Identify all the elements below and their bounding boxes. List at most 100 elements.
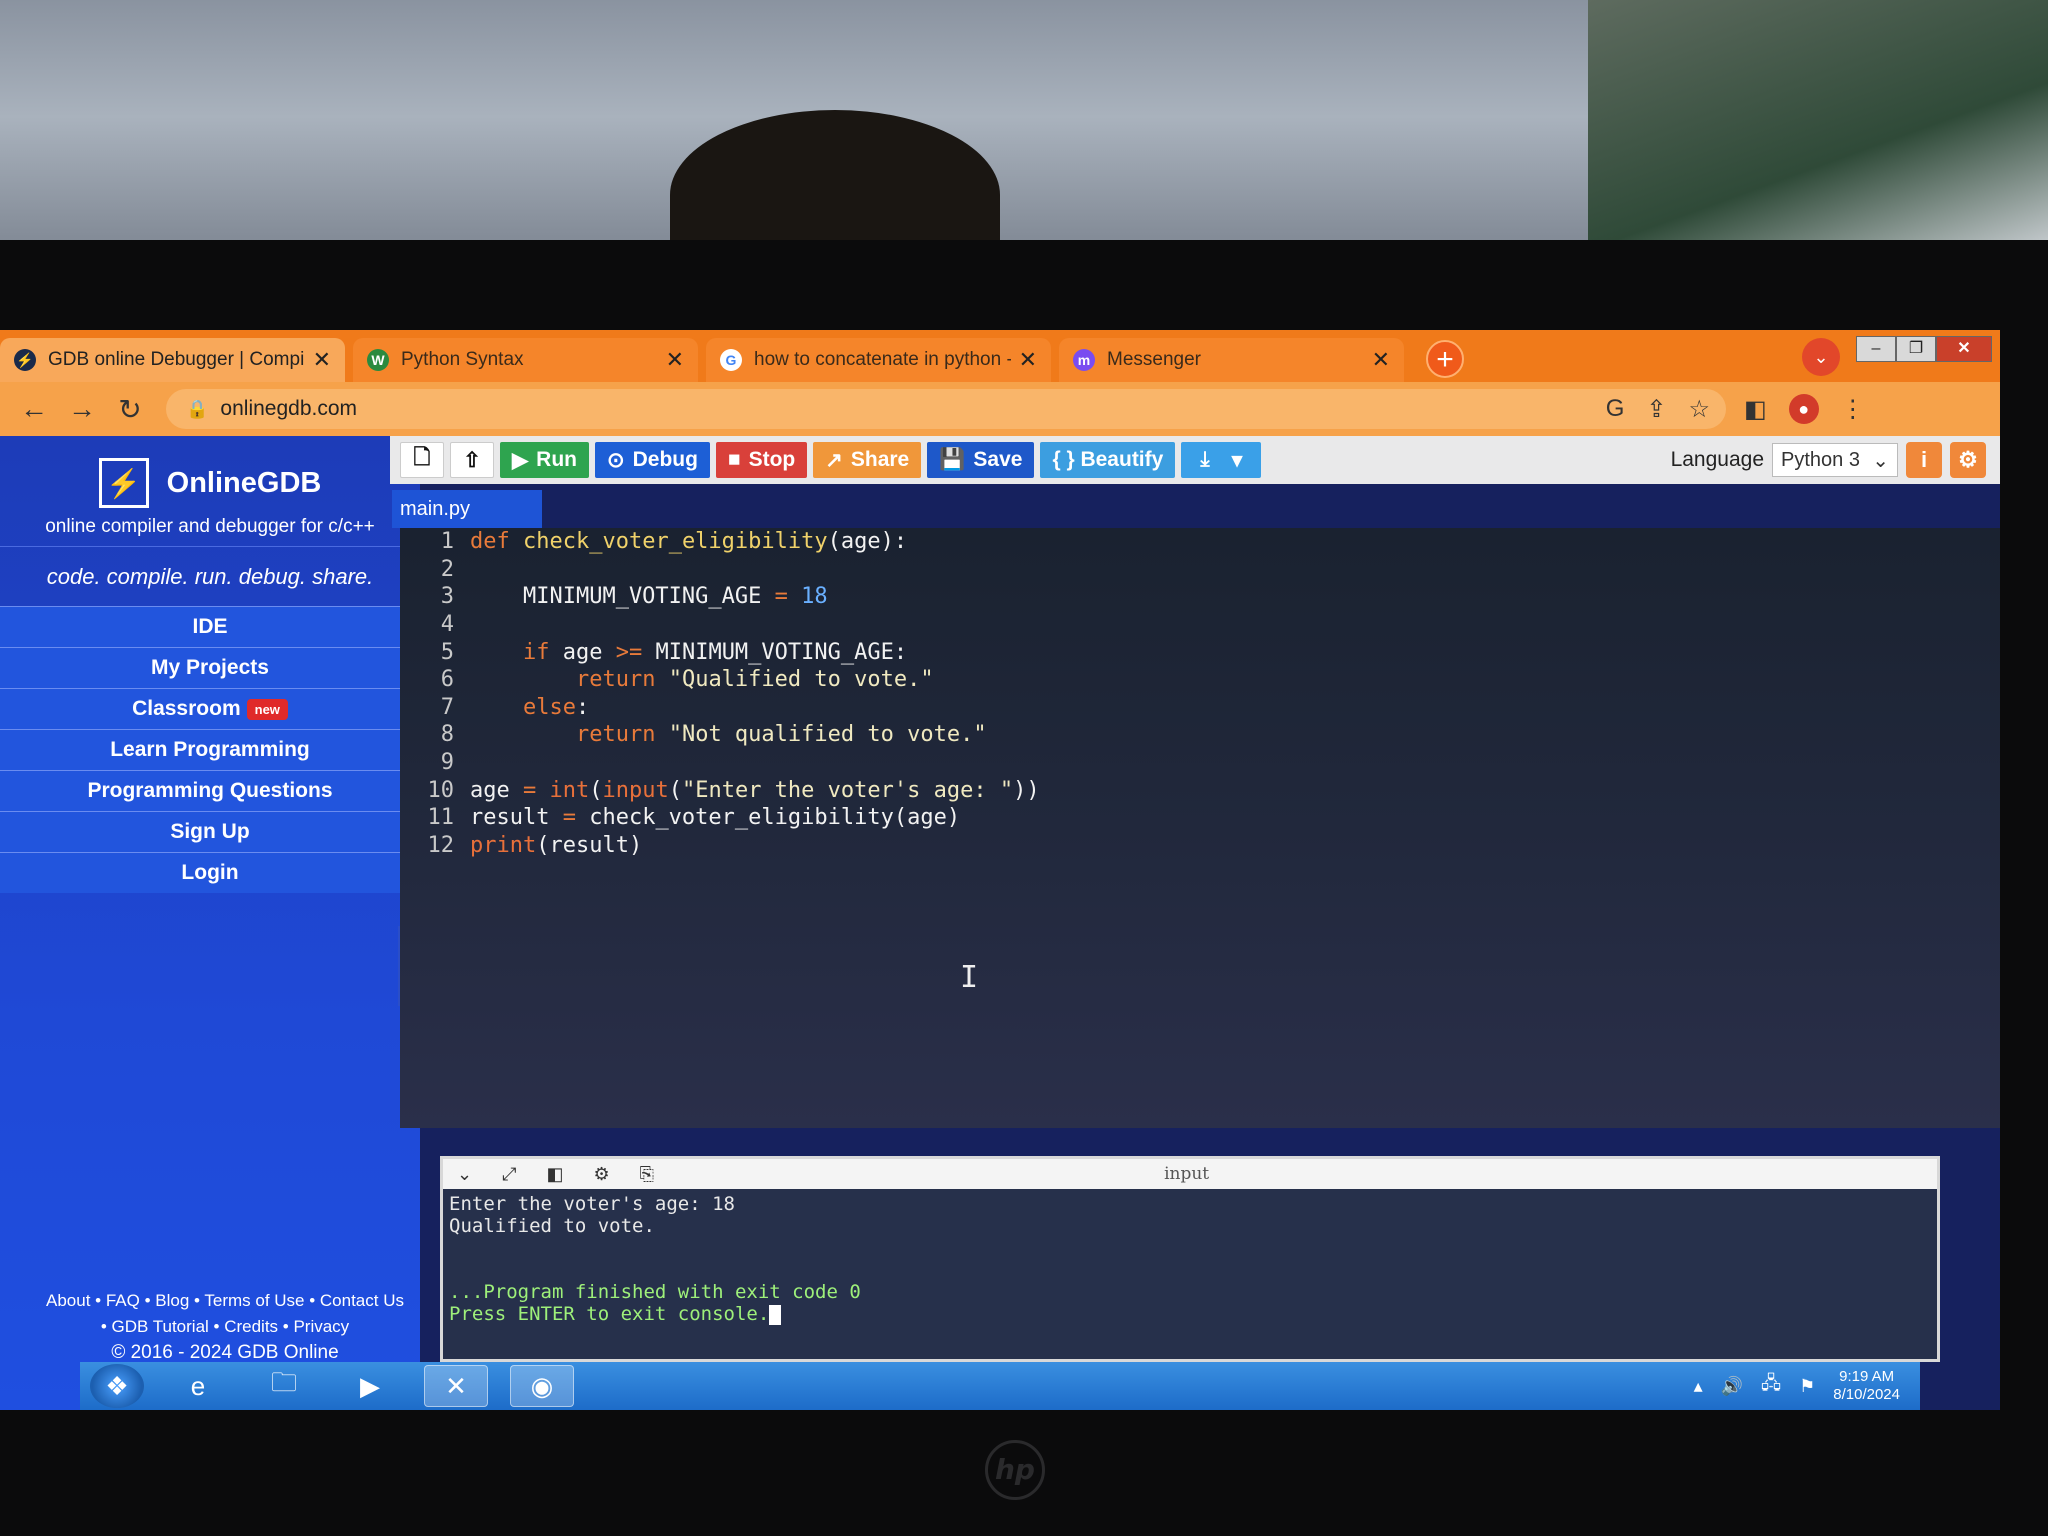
tab-search-button[interactable]: ⌄ [1802,338,1840,376]
tab-title: Python Syntax [401,349,524,370]
debug-button[interactable]: ⊙ Debug [594,442,710,478]
network-icon[interactable]: 🖧 [1761,1371,1781,1401]
language-value: Python 3 [1781,448,1860,471]
console-panel[interactable]: ⌄ ⤢ ◧ ⚙ ⎘ input Enter the voter's age: 1… [440,1156,1940,1362]
tab-title: GDB online Debugger | Compiler [48,349,305,370]
page: ⚡ OnlineGDB online compiler and debugger… [0,436,2000,1410]
save-icon: 💾 [939,448,966,471]
chevron-down-icon[interactable]: ⌄ [457,1164,472,1185]
run-button[interactable]: ▶ Run [500,442,589,478]
window-close-button[interactable]: ✕ [1936,336,1992,362]
address-bar[interactable]: 🔒 onlinegdb.com G ⇪ ☆ [166,389,1726,429]
profile-avatar[interactable]: ● [1788,394,1819,424]
new-tab-button[interactable]: + [1426,340,1464,378]
tray-arrow-icon[interactable]: ▴ [1694,1376,1703,1397]
copy-icon[interactable]: ⎘ [640,1164,654,1185]
info-icon: i [1920,447,1928,472]
chevron-down-icon[interactable]: ▾ [1232,448,1243,473]
close-icon[interactable]: ✕ [1019,347,1037,373]
sidebar-item-classroom[interactable]: Classroom new [0,688,420,729]
xampp-icon[interactable]: ✕ [424,1365,488,1407]
code-line: 3 MINIMUM_VOTING_AGE = 18 [400,583,2000,611]
code-line: 2 [400,556,2000,584]
language-select[interactable]: Python 3 ⌄ [1772,443,1898,477]
upload-button[interactable]: ⇧ [450,442,494,478]
info-button[interactable]: i [1906,442,1942,478]
volume-icon[interactable]: 🔊 [1721,1376,1743,1397]
line-number: 8 [440,722,454,748]
code-editor[interactable]: 1 def check_voter_eligibility(age): 2 3 M… [400,528,2000,1128]
code-line: 5 if age >= MINIMUM_VOTING_AGE: [400,638,2000,666]
file-explorer-icon[interactable]: 🗀 [252,1365,316,1407]
save-button[interactable]: 💾 Save [927,442,1035,478]
google-lens-icon[interactable]: G [1606,395,1625,424]
line-number: 6 [440,667,454,693]
gear-icon[interactable]: ⚙ [594,1164,610,1185]
clock[interactable]: 9:19 AM 8/10/2024 [1833,1368,1900,1404]
share-icon[interactable]: ⇪ [1646,395,1666,424]
language-label: Language [1670,448,1764,471]
console-line: ...Program finished with exit code 0 [449,1281,861,1303]
file-tab-label: main.py [400,497,471,520]
sidebar-item-learn-programming[interactable]: Learn Programming [0,729,420,770]
tab-gdb[interactable]: ⚡ GDB online Debugger | Compiler ✕ [0,338,345,382]
side-panel-icon[interactable]: ◧ [1744,395,1767,424]
restore-button[interactable]: ❐ [1896,336,1936,362]
play-icon: ▶ [512,448,529,472]
sidebar-item-ide[interactable]: IDE [0,606,420,647]
brand-subtitle: online compiler and debugger for c/c++ [45,516,375,537]
footer-links-row2[interactable]: • GDB Tutorial • Credits • Privacy [0,1314,450,1340]
back-icon[interactable]: ← [10,393,58,425]
sidebar-item-login[interactable]: Login [0,852,420,893]
line-number: 7 [440,694,454,720]
console-line: Enter the voter's age: 18 [449,1193,735,1215]
close-icon[interactable]: ✕ [313,347,331,373]
tagline: code. compile. run. debug. share. [0,546,420,606]
sidebar-item-programming-questions[interactable]: Programming Questions [0,770,420,811]
bookmark-star-icon[interactable]: ☆ [1688,395,1710,424]
code-line: 8 return "Not qualified to vote." [400,721,2000,749]
expand-icon[interactable]: ⤢ [502,1164,516,1185]
flag-icon[interactable]: ⚑ [1799,1376,1815,1397]
sidebar-item-sign-up[interactable]: Sign Up [0,811,420,852]
media-player-icon[interactable]: ▶ [338,1365,402,1407]
gdb-icon: ⚡ [14,349,36,371]
minimize-button[interactable]: – [1856,336,1896,362]
line-number: 9 [440,750,454,776]
close-icon[interactable]: ✕ [666,347,684,373]
sidebar-item-label: Login [181,861,239,884]
close-icon[interactable]: ✕ [1372,347,1390,373]
split-icon[interactable]: ◧ [547,1164,564,1185]
tab-messenger[interactable]: m Messenger ✕ [1059,338,1404,382]
internet-explorer-icon[interactable]: e [166,1365,230,1407]
line-number: 12 [427,832,455,858]
kebab-menu-icon[interactable]: ⋮ [1841,395,1865,424]
sidebar-item-label: Classroom [132,697,241,720]
stop-button[interactable]: ■ Stop [715,442,808,478]
forward-icon[interactable]: → [58,393,106,425]
sidebar-item-label: Programming Questions [87,779,333,802]
code-line: 7 else: [400,694,2000,722]
code-line: 4 [400,611,2000,639]
console-label: input [1164,1164,1210,1184]
file-tab-main-py[interactable]: main.py [392,490,542,528]
start-button[interactable]: ❖ [90,1364,144,1408]
brand[interactable]: ⚡ OnlineGDB online compiler and debugger… [0,436,420,546]
lock-icon[interactable]: 🔒 [186,399,208,420]
new-file-button[interactable]: 🗋 [400,442,444,478]
tab-python-syntax[interactable]: W Python Syntax ✕ [353,338,698,382]
reload-icon[interactable]: ↻ [106,393,154,426]
chrome-icon[interactable]: ◉ [510,1365,574,1407]
share-button[interactable]: ↗ Share [813,442,922,478]
tab-google-search[interactable]: G how to concatenate in python - ( ✕ [706,338,1051,382]
settings-button[interactable]: ⚙ [1950,442,1986,478]
download-button[interactable]: ⤓ ▾ [1181,442,1262,478]
brand-name: OnlineGDB [166,466,322,499]
beautify-button[interactable]: { } Beautify [1040,442,1176,478]
console-output[interactable]: Enter the voter's age: 18 Qualified to v… [443,1189,1937,1329]
sidebar-item-my-projects[interactable]: My Projects [0,647,420,688]
new-file-icon: 🗋 [413,445,431,469]
url-text: onlinegdb.com [220,397,358,420]
footer-links-row1[interactable]: About • FAQ • Blog • Terms of Use • Cont… [0,1288,450,1314]
code-line: 10 age = int(input("Enter the voter's age… [400,776,2000,804]
